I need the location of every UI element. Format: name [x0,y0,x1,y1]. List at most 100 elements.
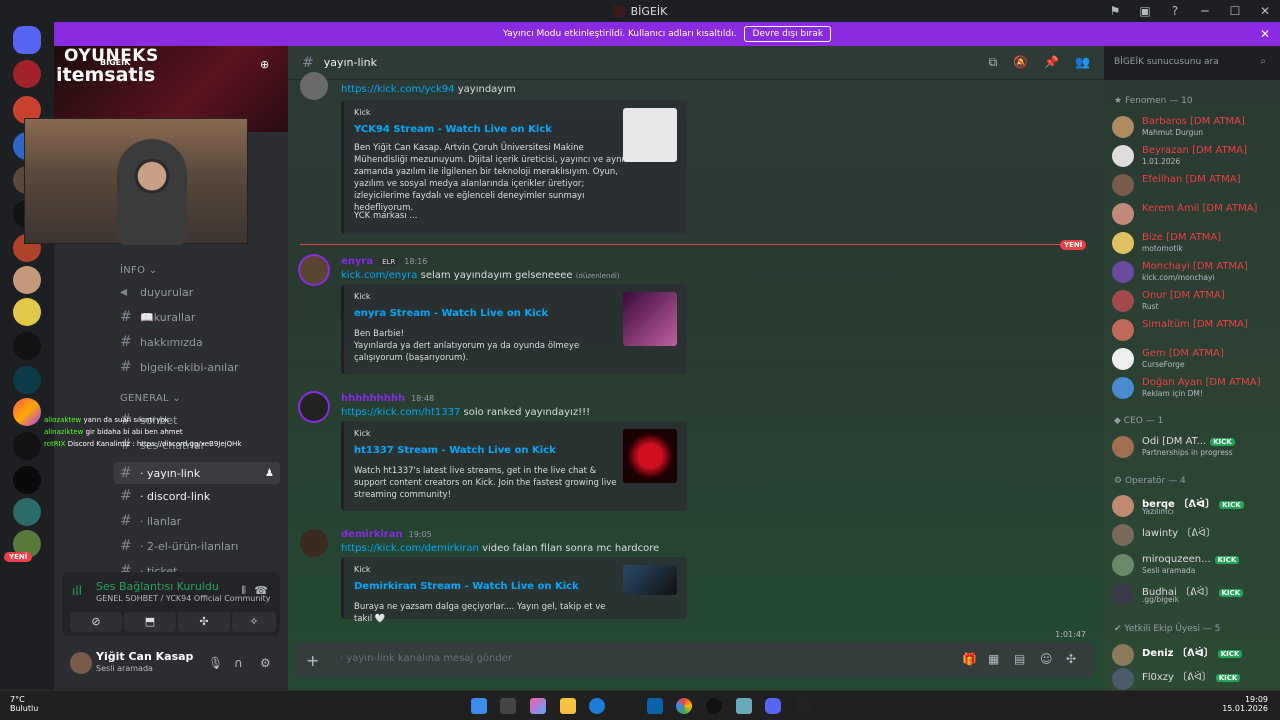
member-item[interactable]: Kerem Amil [DM ATMA] [1112,201,1278,227]
member-item[interactable]: lawinty 〔ᕕᐛ〕 [1112,522,1278,548]
server-icon[interactable] [13,432,41,460]
author-name[interactable]: demirkiran [341,529,403,540]
channel-ilanlar[interactable]: # · ilanlar [120,513,181,529]
message-input[interactable]: · yayın-link kanalına mesaj gönder [340,653,512,664]
avatar[interactable] [300,72,328,100]
server-icon[interactable] [13,466,41,494]
add-member-icon[interactable]: ♟ [265,468,274,479]
embed-title[interactable]: YCK94 Stream - Watch Live on Kick [354,124,552,135]
member-item[interactable]: miroquzeen... KICK Sesli aramada [1112,552,1278,578]
mute-bell-icon[interactable]: 🔕 [1013,55,1028,70]
member-item[interactable]: Gem [DM ATMA] CurseForge [1112,346,1278,372]
clan-tag[interactable]: ELR [379,257,399,266]
member-item[interactable]: Onur [DM ATMA] Rust [1112,288,1278,314]
avatar[interactable] [300,529,328,557]
outlook-icon[interactable] [647,698,663,714]
discord-taskbar-icon[interactable] [765,698,781,714]
member-item[interactable]: Beyrazan [DM ATMA] 1.01.2026 [1112,143,1278,169]
weather-widget[interactable]: 7°C Bulutlu [10,695,38,713]
channel-kurallar[interactable]: # 📖kurallar [120,309,195,325]
server-search-input[interactable]: BİGEİK sunucusunu ara ⌕ [1108,52,1272,74]
edge-icon[interactable] [589,698,605,714]
noise-suppression-icon[interactable]: ⫴ [241,584,246,598]
embed-title[interactable]: Demirkiran Stream - Watch Live on Kick [354,581,579,592]
add-member-icon[interactable]: ⊕ [260,58,269,71]
microphone-icon[interactable]: 🎙 [208,656,223,670]
system-clock[interactable]: 19:09 15.01.2026 [1222,695,1268,713]
server-icon[interactable] [13,332,41,360]
app-icon[interactable] [736,698,752,714]
add-attachment-icon[interactable]: + [306,651,319,670]
message-link[interactable]: https://kick.com/demirkiran [341,543,479,554]
category-info[interactable]: İNFO ⌄ [120,265,157,276]
server-icon[interactable] [13,60,41,88]
member-item[interactable]: Efeilhan [DM ATMA] [1112,172,1278,198]
help-icon[interactable]: ? [1160,4,1190,18]
copilot-icon[interactable] [530,698,546,714]
category-general[interactable]: GENERAL ⌄ [120,393,181,404]
server-icon[interactable] [13,498,41,526]
members-icon[interactable]: 👥 [1075,55,1090,70]
start-icon[interactable] [471,698,487,714]
headphones-icon[interactable]: ∩ [234,656,243,670]
screen-share-button[interactable]: ⬒ [124,612,176,632]
close-window-button[interactable]: ✕ [1250,4,1280,18]
settings-gear-icon[interactable]: ⚙ [260,656,271,670]
member-item[interactable]: Budhai 〔ᕕᐛ〕 KICK .gg/bigeik [1112,581,1278,607]
member-item[interactable]: Doğan Ayan [DM ATMA] Reklam için DM! [1112,375,1278,401]
discord-home-icon[interactable] [13,26,41,54]
server-icon[interactable] [13,366,41,394]
threads-icon[interactable]: ⧉ [989,55,998,70]
channel-yayin-link[interactable]: # · yayın-link ♟ [114,462,280,484]
close-banner-icon[interactable]: ✕ [1260,27,1270,41]
avatar[interactable] [300,393,328,421]
gif-icon[interactable]: ▦ [988,652,999,666]
disconnect-icon[interactable]: ☎ [254,584,268,597]
minimize-button[interactable]: ─ [1190,4,1220,18]
member-item[interactable]: Odi [DM AT... KICK Partnerships in progres… [1112,434,1278,460]
member-item[interactable]: Simaltüm [DM ATMA] [1112,317,1278,343]
file-explorer-icon[interactable] [560,698,576,714]
channel-discord-link[interactable]: # · discord-link [120,488,210,504]
member-item[interactable]: Bize [DM ATMA] motomotik [1112,230,1278,256]
avatar[interactable] [70,652,92,674]
channel-bigeik-ekibi-anilar[interactable]: # bigeik-ekibi-anılar [120,359,238,375]
pin-icon[interactable]: 📌 [1044,55,1059,70]
message-link[interactable]: https://kick.com/ht1337 [341,407,460,418]
embed-title[interactable]: enyra Stream - Watch Live on Kick [354,308,548,319]
embed-thumbnail[interactable] [623,108,677,162]
author-name[interactable]: hhhhhhhhh [341,393,405,404]
member-item[interactable]: Monchayi [DM ATMA] kick.com/monchayi [1112,259,1278,285]
task-view-icon[interactable] [500,698,516,714]
obs-icon[interactable] [706,698,722,714]
embed-thumbnail[interactable] [623,429,677,483]
author-name[interactable]: enyra [341,256,373,267]
server-name[interactable]: BIGEIK [100,58,130,67]
new-unreads-badge[interactable]: YENİ [4,552,33,562]
server-icon[interactable] [13,298,41,326]
maximize-button[interactable]: ☐ [1220,4,1250,18]
channel-2-el-urun-ilanlari[interactable]: # · 2-el-ürün-ilanları [120,538,238,554]
embed-thumbnail[interactable] [623,565,677,595]
message-link[interactable]: kick.com/enyra [341,270,417,281]
member-item[interactable]: Deniz 〔ᕕᐛ〕 KICK [1112,642,1278,668]
server-icon[interactable] [13,266,41,294]
message-link[interactable]: https://kick.com/yck94 [341,84,455,95]
sticker-icon[interactable]: ▤ [1014,652,1025,666]
channel-hakkimizda[interactable]: # hakkımızda [120,334,203,350]
user-panel[interactable]: Yiğit Can Kasap Sesli aramada 🎙 ∩ ⚙ [62,644,280,684]
avatar[interactable] [300,256,328,284]
soundboard-button[interactable]: ✧ [232,612,276,632]
apps-icon[interactable]: ✣ [1066,652,1076,666]
emoji-icon[interactable]: ☺ [1040,652,1053,666]
camera-off-button[interactable]: ⊘ [70,612,122,632]
embed-title[interactable]: ht1337 Stream - Watch Live on Kick [354,445,556,456]
chrome-icon[interactable] [676,698,692,714]
disable-streamer-mode-button[interactable]: Devre dışı bırak [744,26,832,42]
member-item[interactable]: berqe 〔ᕕᐛ〕 KICK Yazılımcı [1112,493,1278,519]
member-item[interactable]: Fl0xzy 〔ᕕᐛ〕 KICK [1112,666,1278,692]
activities-button[interactable]: ✣ [178,612,230,632]
epic-games-icon[interactable] [795,698,811,714]
gift-icon[interactable]: 🎁 [962,652,977,666]
screen-icon[interactable]: ▣ [1130,4,1160,18]
